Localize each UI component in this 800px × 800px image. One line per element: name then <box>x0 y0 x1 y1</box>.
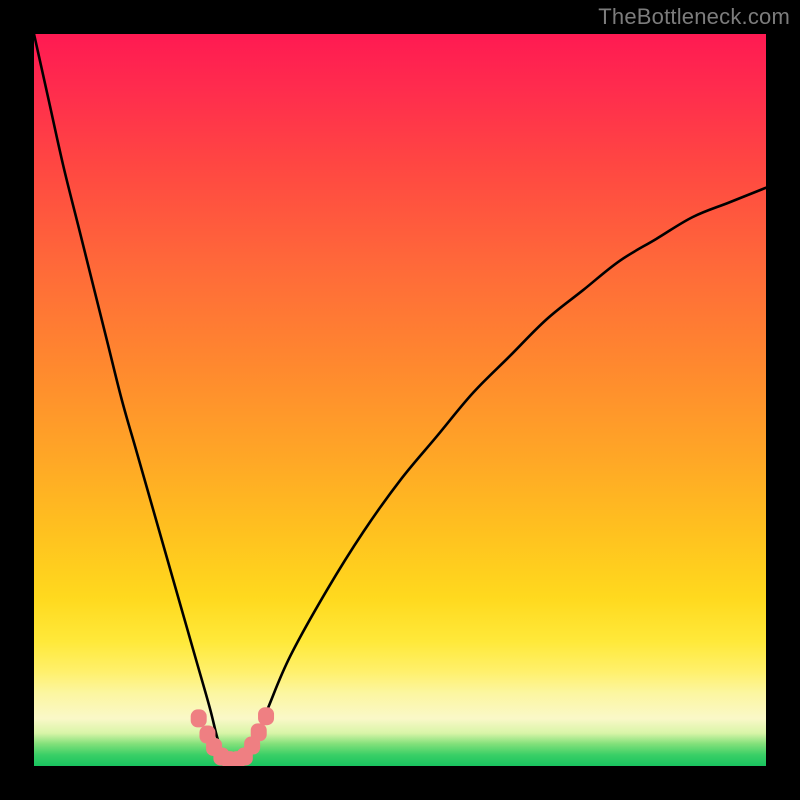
bottleneck-marker <box>258 707 274 725</box>
watermark-text: TheBottleneck.com <box>598 4 790 30</box>
bottleneck-marker <box>251 723 267 741</box>
chart-root: TheBottleneck.com <box>0 0 800 800</box>
bottleneck-curve <box>34 34 766 766</box>
plot-area <box>34 34 766 766</box>
bottleneck-marker <box>191 709 207 727</box>
chart-svg <box>34 34 766 766</box>
markers-layer <box>191 707 274 766</box>
curve-layer <box>34 34 766 766</box>
